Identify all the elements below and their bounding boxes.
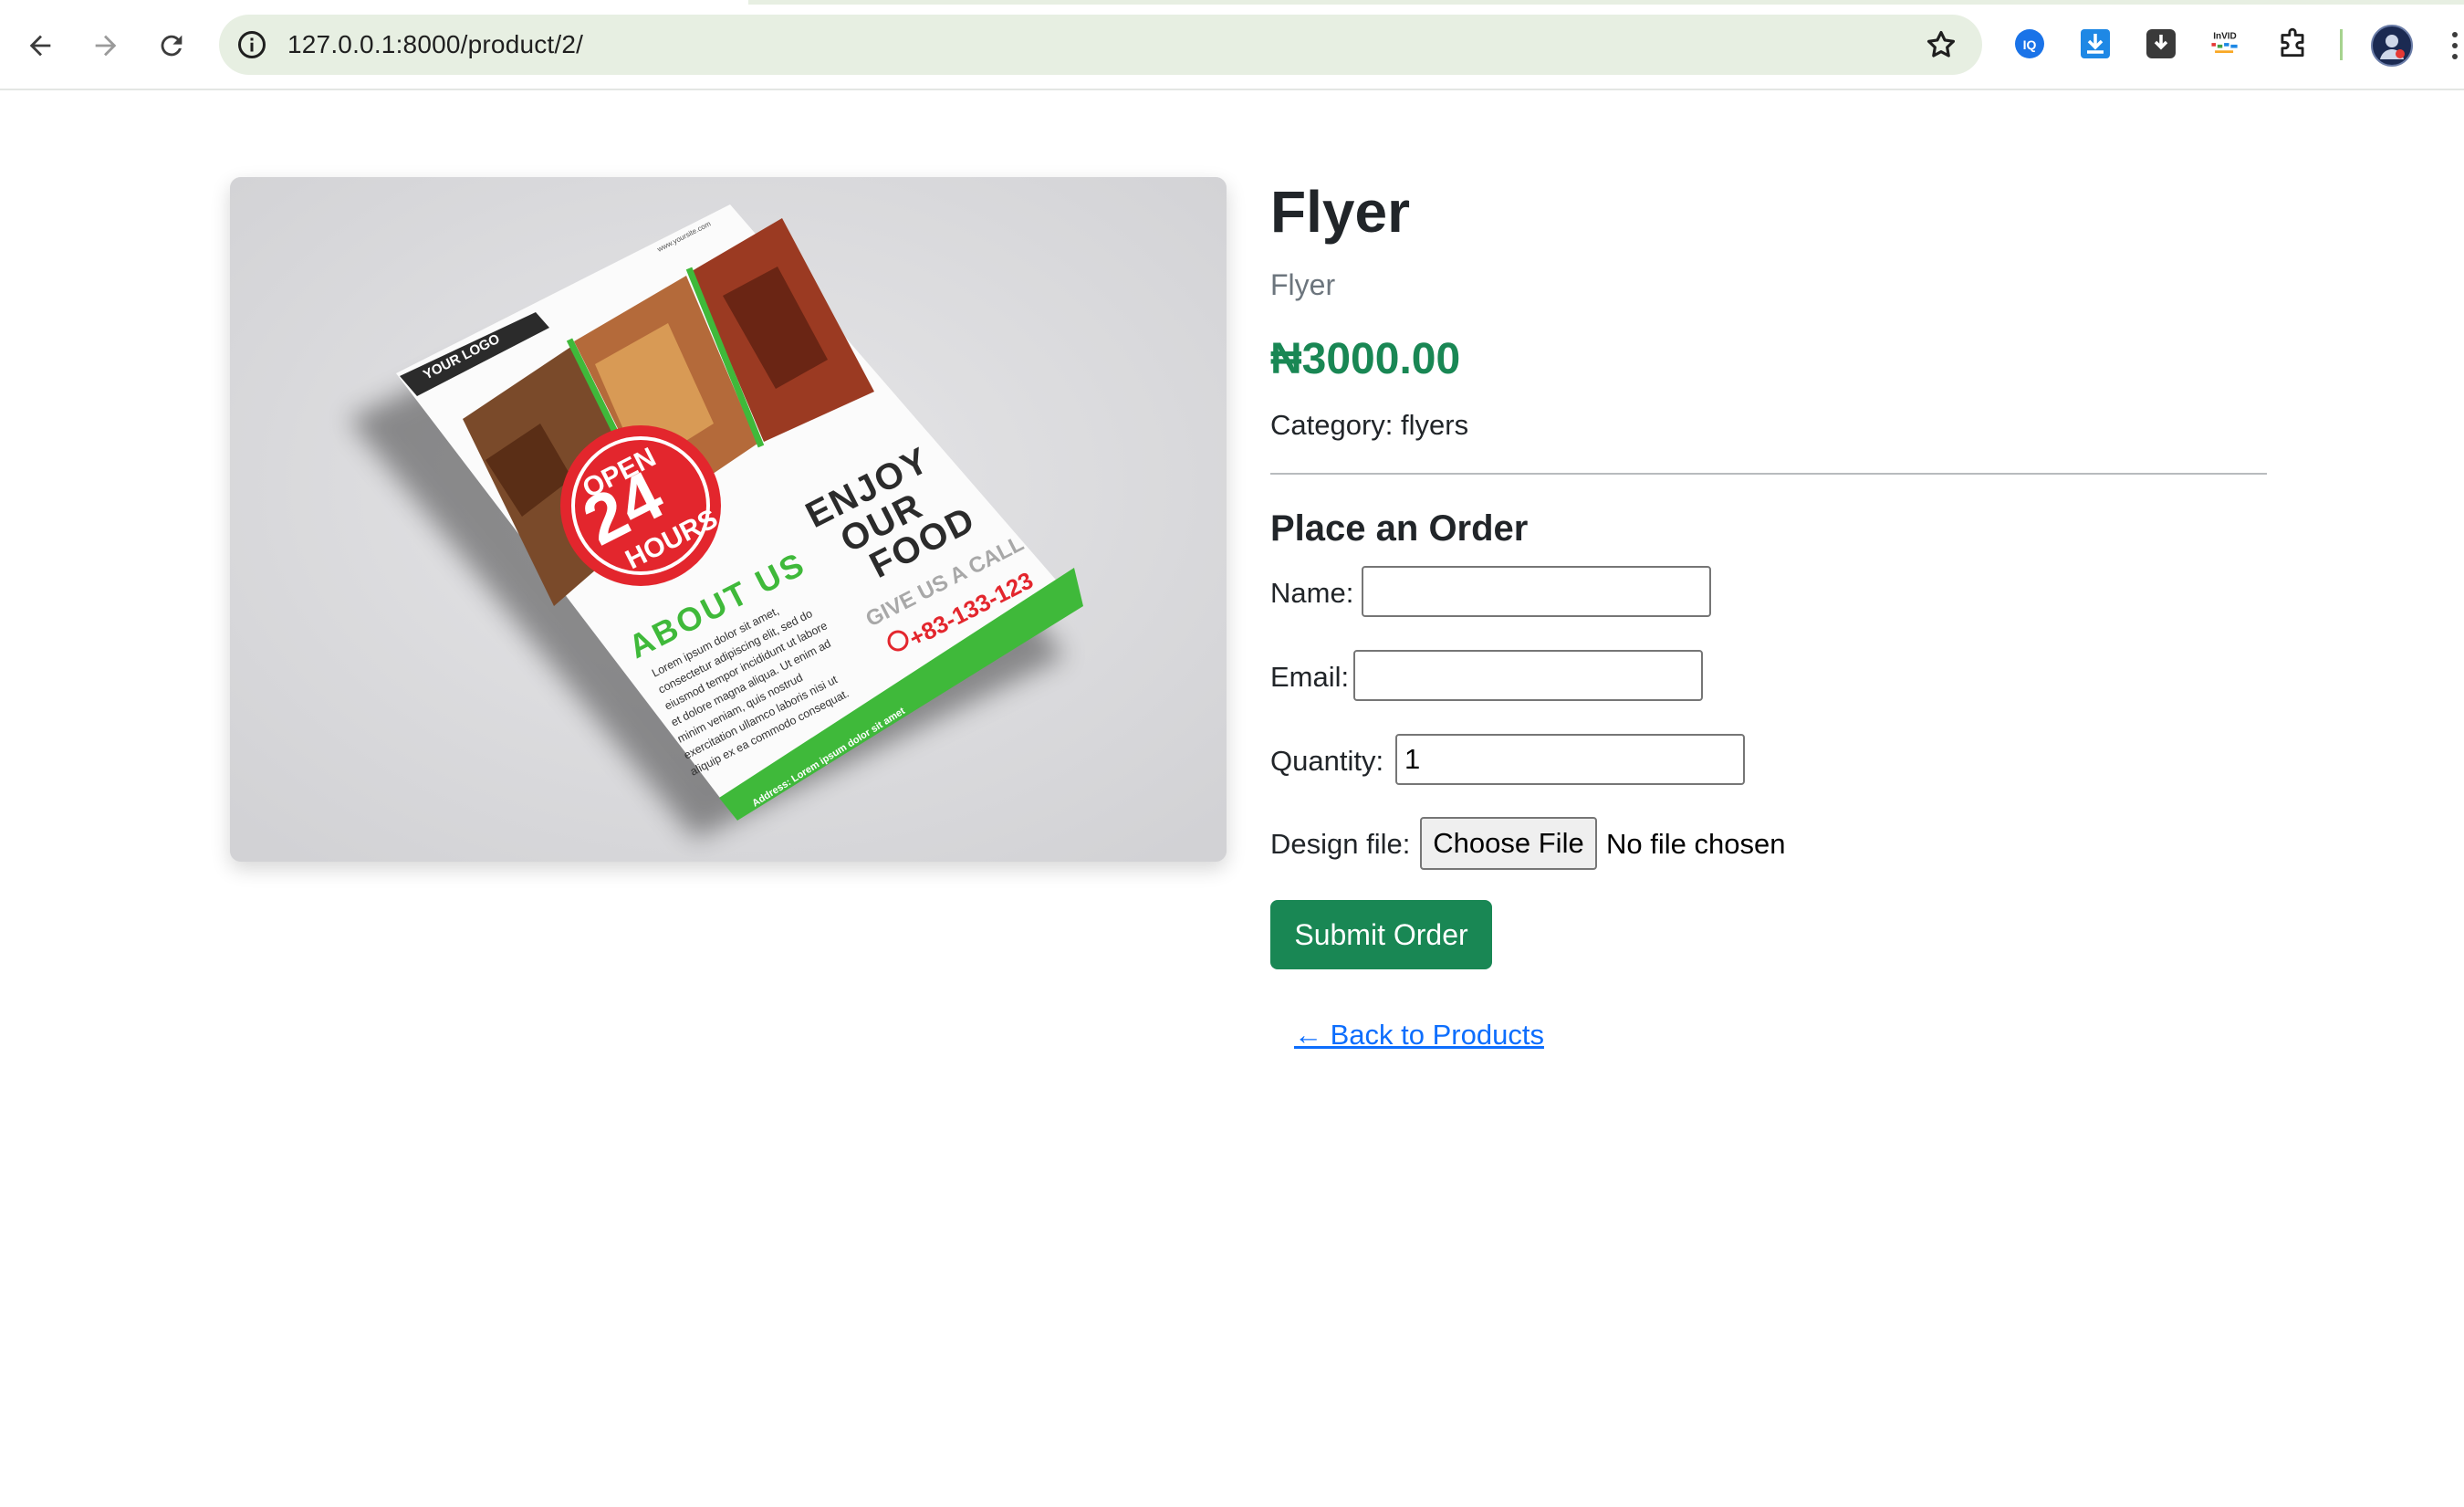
site-info-icon[interactable] bbox=[235, 28, 268, 61]
quantity-label: Quantity: bbox=[1270, 745, 1384, 777]
reload-button[interactable] bbox=[146, 20, 197, 71]
choose-file-button[interactable]: Choose File bbox=[1420, 817, 1597, 870]
product-price: ₦3000.00 bbox=[1270, 335, 1461, 383]
back-nav-button[interactable] bbox=[15, 20, 66, 71]
profile-avatar[interactable] bbox=[2371, 25, 2413, 67]
toolbar-separator bbox=[2340, 29, 2343, 60]
name-input[interactable] bbox=[1362, 566, 1711, 617]
arrow-right-icon bbox=[95, 35, 117, 57]
browser-menu-icon[interactable] bbox=[2446, 27, 2464, 64]
arrow-left-icon bbox=[29, 35, 51, 57]
url-text[interactable]: 127.0.0.1:8000/product/2/ bbox=[287, 15, 583, 75]
extension-invid-icon[interactable]: InVID bbox=[2207, 26, 2243, 62]
product-title: Flyer bbox=[1270, 179, 1410, 245]
extension-download-icon[interactable] bbox=[2077, 26, 2114, 62]
extensions-puzzle-icon[interactable] bbox=[2274, 26, 2311, 62]
section-divider bbox=[1270, 473, 2267, 475]
file-status-text: No file chosen bbox=[1606, 828, 1786, 860]
tab-strip-edge bbox=[0, 0, 2464, 5]
product-description: Flyer bbox=[1270, 268, 1336, 301]
invid-label: InVID bbox=[2213, 32, 2237, 42]
email-label: Email: bbox=[1270, 661, 1350, 693]
design-file-label: Design file: bbox=[1270, 828, 1411, 860]
order-form-heading: Place an Order bbox=[1270, 508, 1529, 549]
browser-toolbar: 127.0.0.1:8000/product/2/ IQ InVID bbox=[0, 0, 2464, 90]
svg-text:IQ: IQ bbox=[2023, 37, 2037, 52]
back-to-products-link[interactable]: ← Back to Products bbox=[1294, 1017, 1544, 1053]
forward-nav-button[interactable] bbox=[80, 20, 131, 71]
extension-iq-icon[interactable]: IQ bbox=[2011, 26, 2048, 62]
product-category: Category: flyers bbox=[1270, 409, 1469, 441]
reload-icon bbox=[161, 35, 183, 57]
address-bar[interactable]: 127.0.0.1:8000/product/2/ bbox=[219, 15, 1982, 75]
flyer-mockup-illustration: YOUR LOGO www.yoursite.com OPEN 24 HOURS… bbox=[230, 177, 1227, 862]
bookmark-star-icon[interactable] bbox=[1924, 27, 1958, 62]
submit-order-button[interactable]: Submit Order bbox=[1270, 900, 1492, 969]
email-input[interactable] bbox=[1353, 650, 1703, 701]
name-label: Name: bbox=[1270, 577, 1354, 609]
quantity-input[interactable] bbox=[1395, 734, 1745, 785]
product-image: YOUR LOGO www.yoursite.com OPEN 24 HOURS… bbox=[230, 177, 1227, 862]
extension-save-icon[interactable] bbox=[2143, 26, 2179, 62]
